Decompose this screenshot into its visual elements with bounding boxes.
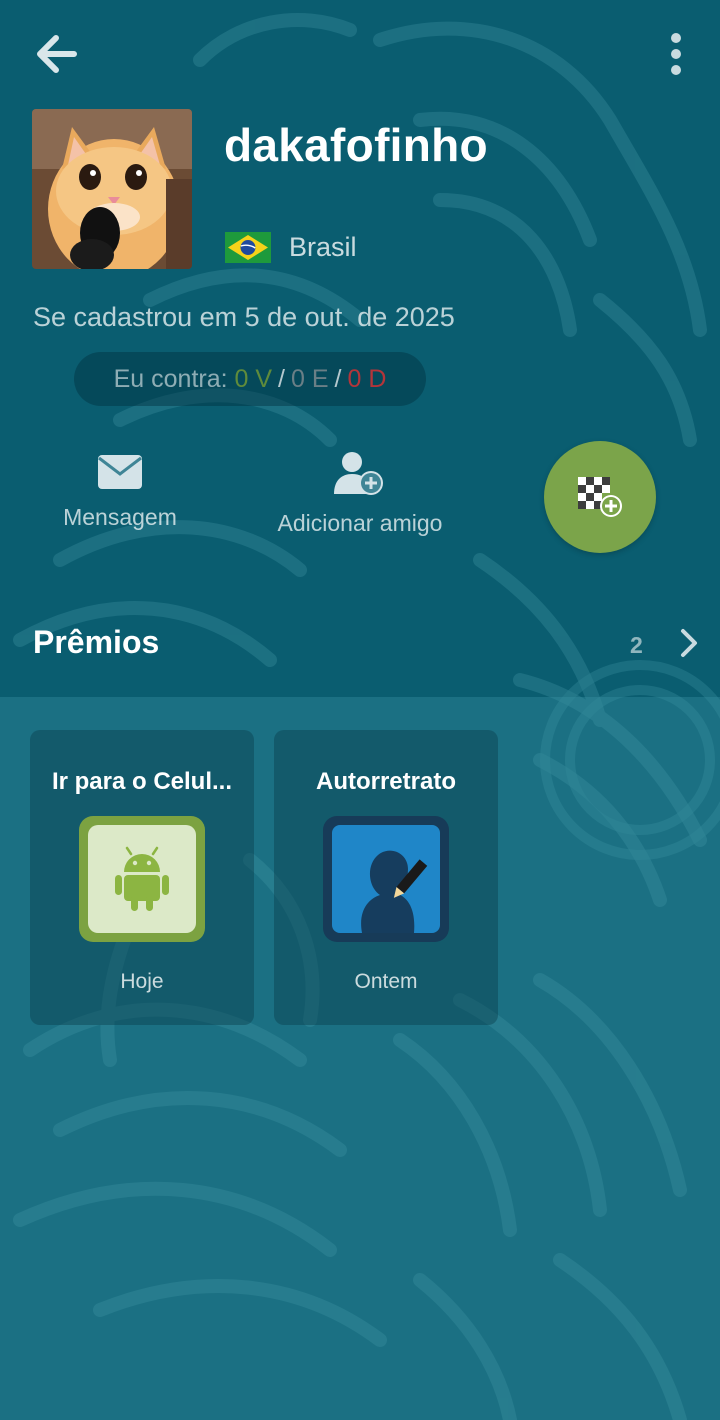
record-losses: 0 D <box>347 364 387 393</box>
joined-date: Se cadastrou em 5 de out. de 2025 <box>33 302 455 332</box>
add-friend-label: Adicionar amigo <box>277 510 443 536</box>
award-title: Autorretrato <box>315 768 456 795</box>
more-vertical-icon <box>671 33 681 75</box>
brazil-flag-icon <box>225 232 271 263</box>
selfie-icon <box>323 816 449 942</box>
android-icon <box>79 816 205 942</box>
username: dakafofinho <box>224 119 488 171</box>
country-label: Brasil <box>289 232 357 262</box>
record-draws: 0 E <box>291 364 329 393</box>
award-title: Ir para o Celul... <box>51 768 233 795</box>
record-label: Eu contra: <box>113 364 228 393</box>
cat-avatar-image <box>32 109 192 269</box>
award-card[interactable]: Autorretrato Ontem <box>274 730 498 1025</box>
record-separator: / <box>334 364 342 393</box>
record-wins: 0 V <box>234 364 273 393</box>
awards-title: Prêmios <box>33 624 160 660</box>
back-button[interactable] <box>28 28 84 80</box>
add-friend-icon <box>334 452 383 495</box>
chevron-right-icon[interactable] <box>678 628 700 658</box>
record-separator: / <box>278 364 285 393</box>
award-card[interactable]: Ir para o Celul... Hoje <box>30 730 254 1025</box>
add-friend-button[interactable]: Adicionar amigo <box>250 450 470 537</box>
challenge-button[interactable] <box>544 441 656 553</box>
arrow-left-icon <box>37 35 77 73</box>
head-to-head-record: Eu contra: 0 V / 0 E / 0 D <box>74 352 426 406</box>
avatar[interactable] <box>32 109 192 269</box>
more-options-button[interactable] <box>652 28 700 80</box>
award-date: Hoje <box>120 970 164 993</box>
message-label: Mensagem <box>63 504 177 530</box>
message-button[interactable]: Mensagem <box>40 454 200 531</box>
envelope-icon <box>98 455 142 489</box>
chessboard-add-icon <box>578 477 622 517</box>
award-date: Ontem <box>354 970 418 993</box>
awards-count[interactable]: 2 <box>630 632 643 659</box>
